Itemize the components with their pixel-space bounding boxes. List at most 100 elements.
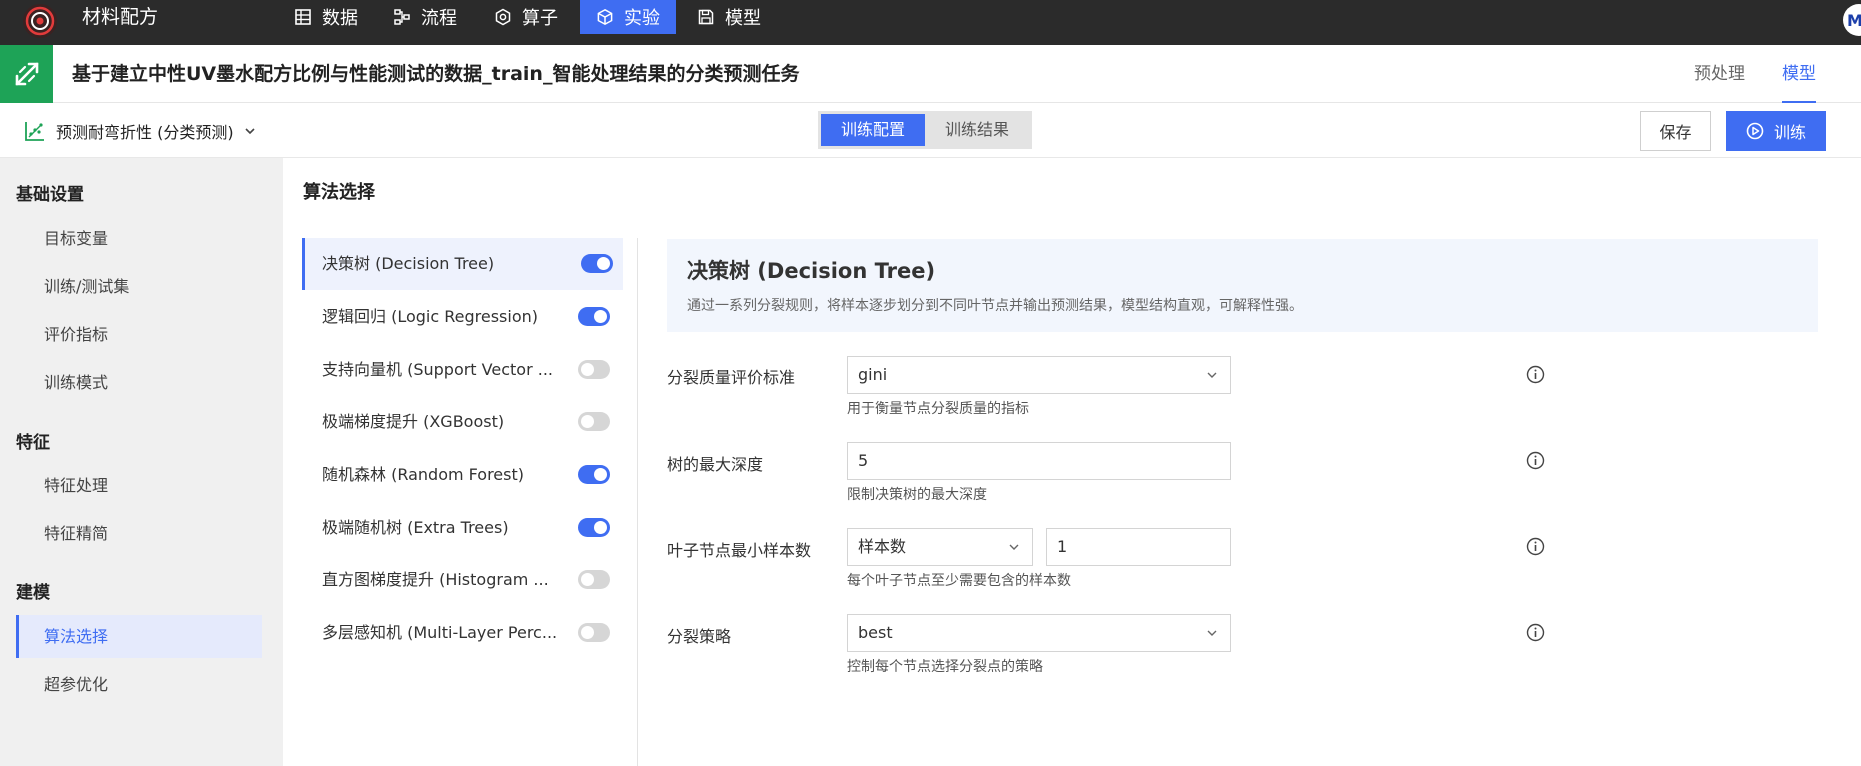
algorithm-item-svm[interactable]: 支持向量机 (Support Vector ... [302,344,623,396]
scatter-chart-icon [25,121,44,141]
min-samples-mode-select[interactable]: 样本数 [847,528,1033,566]
nav-model[interactable]: 模型 [685,0,773,34]
top-navbar: 材料配方 数据 流程 算子 实验 模型 M [0,0,1861,45]
tab-preprocess[interactable]: 预处理 [1694,45,1745,103]
target-label: 预测耐弯折性 (分类预测) [56,122,234,142]
splitter-select[interactable]: best [847,614,1231,652]
min-samples-leaf-hint: 每个叶子节点至少需要包含的样本数 [847,573,1071,589]
info-icon[interactable] [1526,537,1545,556]
chevron-down-icon [1207,630,1217,636]
table-icon [295,9,311,25]
param-label-splitter: 分裂策略 [667,627,732,646]
task-title: 基于建立中性UV墨水配方比例与性能测试的数据_train_智能处理结果的分类预测… [72,63,800,85]
criterion-value: gini [858,365,888,384]
criterion-hint: 用于衡量节点分裂质量的指标 [847,401,1029,417]
min-samples-leaf-input[interactable]: 1 [1046,528,1231,566]
min-samples-mode-value: 样本数 [858,537,907,556]
splitter-hint: 控制每个节点选择分裂点的策略 [847,659,1043,675]
info-icon[interactable] [1526,623,1545,642]
segment-train-result[interactable]: 训练结果 [925,114,1029,146]
app-logo-icon[interactable] [22,3,58,39]
algorithm-label: 逻辑回归 (Logic Regression) [322,307,538,326]
sidebar-item-target-variable[interactable]: 目标变量 [16,217,262,260]
max-depth-input[interactable]: 5 [847,442,1231,480]
sidebar-item-hyperparameter-tuning[interactable]: 超参优化 [16,663,262,706]
nav-experiment-label: 实验 [624,8,660,29]
info-icon[interactable] [1526,365,1545,384]
app-title: 材料配方 [82,6,159,28]
splitter-value: best [858,623,893,642]
nav-model-label: 模型 [725,8,761,29]
algorithm-toggle[interactable] [581,254,613,273]
algorithm-item-logic-regression[interactable]: 逻辑回归 (Logic Regression) [302,291,623,343]
algorithm-toggle[interactable] [578,518,610,537]
algorithm-toggle[interactable] [578,465,610,484]
algorithm-toggle[interactable] [578,307,610,326]
param-label-max-depth: 树的最大深度 [667,455,764,474]
cube-icon [597,8,613,26]
min-samples-leaf-value: 1 [1057,537,1068,556]
target-selector[interactable]: 预测耐弯折性 (分类预测) [24,103,256,158]
config-result-switch: 训练配置 训练结果 [818,111,1033,149]
chevron-down-icon [1207,372,1217,378]
sidebar-section-feature: 特征 [16,433,50,453]
sidebar-item-metrics[interactable]: 评价指标 [16,313,262,356]
algorithm-label: 支持向量机 (Support Vector ... [322,360,553,379]
play-circle-icon [1746,122,1764,140]
algorithm-label: 决策树 (Decision Tree) [322,254,495,273]
save-icon [698,9,714,25]
criterion-select[interactable]: gini [847,356,1231,394]
train-button[interactable]: 训练 [1726,111,1826,151]
nav-experiment[interactable]: 实验 [580,0,676,34]
algorithm-item-xgboost[interactable]: 极端梯度提升 (XGBoost) [302,396,623,448]
algorithm-item-extra-trees[interactable]: 极端随机树 (Extra Trees) [302,502,623,554]
train-button-label: 训练 [1773,123,1806,142]
algorithm-detail-name: 决策树 (Decision Tree) [687,259,936,283]
algorithm-item-random-forest[interactable]: 随机森林 (Random Forest) [302,449,623,501]
algorithm-item-decision-tree[interactable]: 决策树 (Decision Tree) [302,238,623,290]
algorithm-label: 极端梯度提升 (XGBoost) [322,412,505,431]
nav-data[interactable]: 数据 [282,0,370,34]
info-icon[interactable] [1526,451,1545,470]
sidebar-item-algorithm-selection[interactable]: 算法选择 [16,615,262,658]
sidebar-item-train-mode[interactable]: 训练模式 [16,361,262,404]
sidebar-item-feature-selection[interactable]: 特征精简 [16,512,262,555]
nav-operator-label: 算子 [522,8,558,29]
operator-icon [495,8,511,26]
sidebar-item-feature-processing[interactable]: 特征处理 [16,464,262,507]
sidebar-item-train-test-split[interactable]: 训练/测试集 [16,265,262,308]
save-button[interactable]: 保存 [1640,111,1711,151]
algorithm-detail-description: 通过一系列分裂规则，将样本逐步划分到不同叶节点并输出预测结果，模型结构直观，可解… [687,298,1303,314]
algorithm-toggle[interactable] [578,623,610,642]
max-depth-hint: 限制决策树的最大深度 [847,487,987,503]
segment-train-config[interactable]: 训练配置 [821,114,926,146]
nav-flow[interactable]: 流程 [381,0,469,34]
algorithm-item-histogram-gb[interactable]: 直方图梯度提升 (Histogram ... [302,554,623,606]
algorithm-label: 极端随机树 (Extra Trees) [322,518,509,537]
nav-flow-label: 流程 [421,8,457,29]
algorithm-label: 多层感知机 (Multi-Layer Perc... [322,623,558,642]
algorithm-detail-card: 决策树 (Decision Tree) 通过一系列分裂规则，将样本逐步划分到不同… [667,239,1818,332]
task-titlebar: 基于建立中性UV墨水配方比例与性能测试的数据_train_智能处理结果的分类预测… [0,45,1861,103]
expand-arrows-icon [15,62,38,86]
nav-operator[interactable]: 算子 [482,0,570,34]
algorithm-label: 直方图梯度提升 (Histogram ... [322,570,549,589]
sidebar-section-modeling: 建模 [16,583,50,603]
chevron-down-icon [245,127,255,134]
nav-data-label: 数据 [322,8,358,29]
tab-model[interactable]: 模型 [1782,45,1816,103]
main-panel: 算法选择 决策树 (Decision Tree) 逻辑回归 (Logic Reg… [283,158,1861,766]
user-avatar[interactable]: M [1843,4,1861,36]
algorithm-item-mlp[interactable]: 多层感知机 (Multi-Layer Perc... [302,607,623,659]
page-title: 算法选择 [303,182,375,203]
max-depth-value: 5 [858,451,869,470]
sidebar-section-basic: 基础设置 [16,185,84,205]
param-label-min-samples-leaf: 叶子节点最小样本数 [667,541,812,560]
algorithm-toggle[interactable] [578,412,610,431]
algorithm-toggle[interactable] [578,570,610,589]
panel-divider [637,238,638,766]
config-sidebar: 基础设置 目标变量 训练/测试集 评价指标 训练模式 特征 特征处理 特征精简 … [0,158,283,766]
param-label-criterion: 分裂质量评价标准 [667,368,796,387]
algorithm-label: 随机森林 (Random Forest) [322,465,525,484]
algorithm-toggle[interactable] [578,360,610,379]
